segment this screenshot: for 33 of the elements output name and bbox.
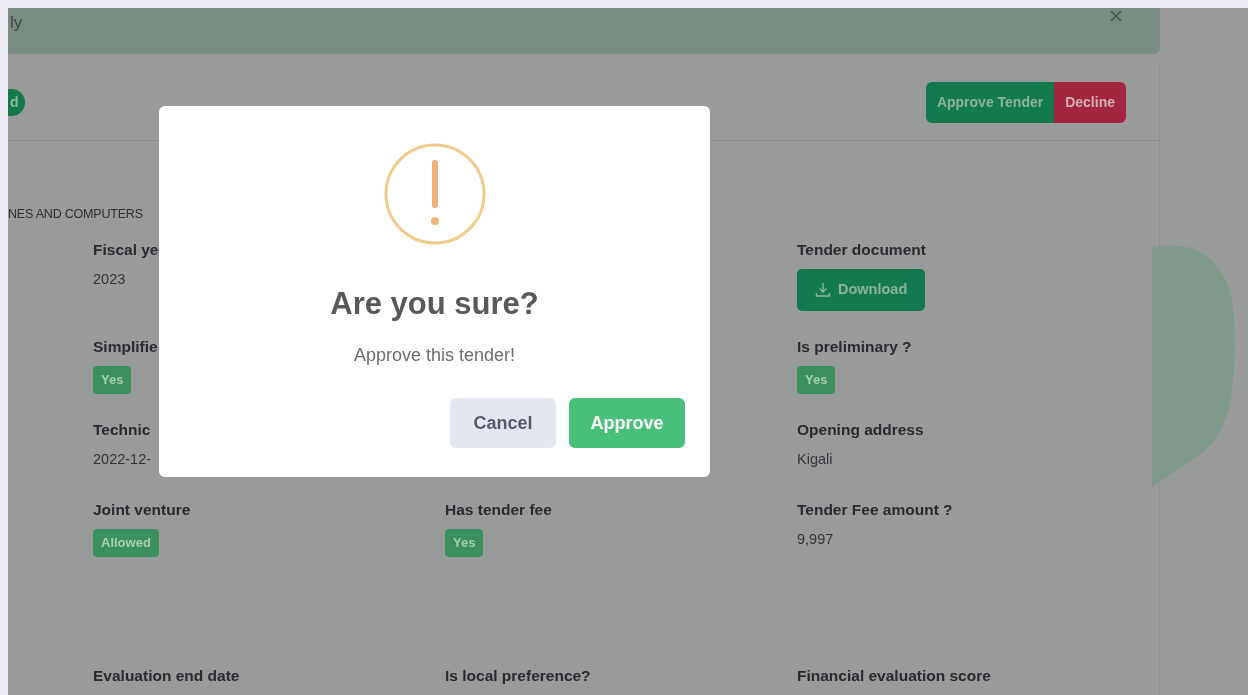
- approve-tender-button[interactable]: Approve Tender: [925, 81, 1055, 123]
- field-label: Financial evaluation score: [797, 665, 991, 686]
- dialog-message: Approve this tender!: [353, 344, 516, 368]
- field-label: Fiscal ye: [93, 239, 159, 260]
- download-button[interactable]: Download: [797, 269, 926, 311]
- status-badge: Allowed: [93, 529, 159, 557]
- status-badge: d: [8, 88, 25, 116]
- download-icon: [815, 281, 831, 298]
- warning-icon: [383, 143, 486, 245]
- field-label: Is preliminary ?: [797, 336, 912, 357]
- status-badge: Yes: [93, 366, 132, 394]
- field-label: Technic: [93, 419, 151, 440]
- field-label: Joint venture: [93, 499, 191, 520]
- approve-button[interactable]: Approve: [569, 398, 685, 449]
- field-label: Simplifie: [93, 336, 158, 357]
- field-value: 2023: [93, 270, 127, 289]
- decline-button[interactable]: Decline: [1054, 81, 1126, 123]
- field-label: Opening address: [797, 419, 924, 440]
- field-label: Is local preference?: [445, 665, 591, 686]
- field-value: 9,997: [797, 530, 835, 549]
- field-value: Kigali: [797, 450, 834, 469]
- field-label: Has tender fee: [445, 499, 552, 520]
- dialog-title: Are you sure?: [330, 285, 539, 323]
- status-badge: Yes: [445, 529, 484, 557]
- status-badge: Yes: [797, 366, 836, 394]
- field-label: Tender document: [797, 239, 926, 260]
- cancel-button[interactable]: Cancel: [450, 398, 556, 449]
- close-icon[interactable]: [1110, 9, 1122, 22]
- field-label: Evaluation end date: [93, 665, 240, 686]
- field-label: Tender Fee amount ?: [797, 499, 953, 520]
- field-value: 2022-12-: [93, 450, 153, 469]
- alert-text: ly: [10, 13, 23, 32]
- category-text: NES AND COMPUTERS: [8, 206, 143, 223]
